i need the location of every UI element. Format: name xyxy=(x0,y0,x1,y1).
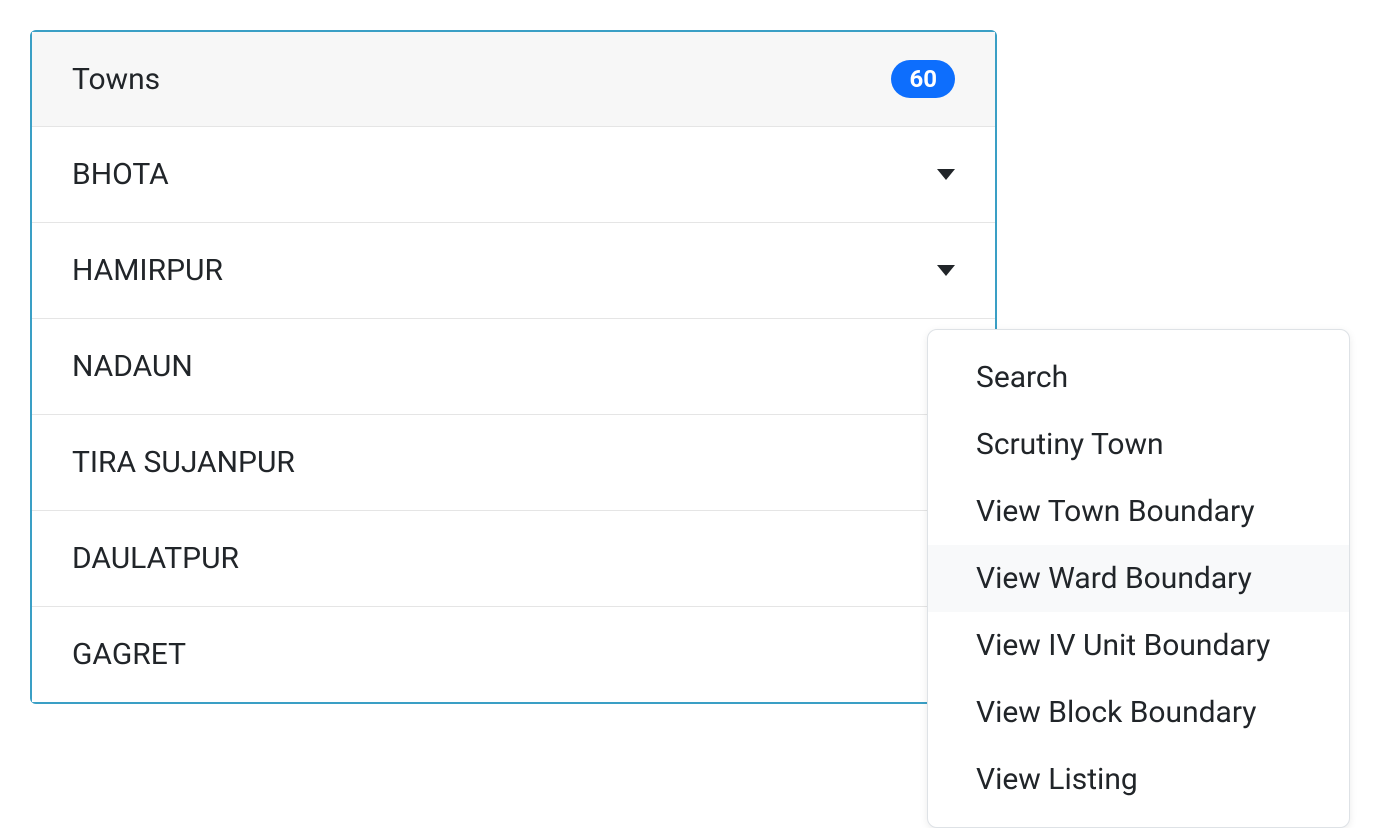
panel-header: Towns 60 xyxy=(32,32,995,127)
town-list-item[interactable]: BHOTA xyxy=(32,127,995,223)
dropdown-item[interactable]: View Town Boundary xyxy=(928,478,1349,545)
town-list-item[interactable]: DAULATPUR xyxy=(32,511,995,607)
dropdown-item[interactable]: View Ward Boundary xyxy=(928,545,1349,612)
towns-list: BHOTA HAMIRPUR NADAUN TIRA SUJANPUR DAULATPU… xyxy=(32,127,995,702)
town-list-item[interactable]: GAGRET xyxy=(32,607,995,702)
dropdown-item[interactable]: View IV Unit Boundary xyxy=(928,612,1349,679)
count-badge: 60 xyxy=(891,60,955,98)
town-name: DAULATPUR xyxy=(72,541,239,576)
town-name: TIRA SUJANPUR xyxy=(72,445,295,480)
dropdown-item[interactable]: Search xyxy=(928,344,1349,411)
towns-panel: Towns 60 BHOTA HAMIRPUR NADAUN TIRA SUJANPU… xyxy=(30,30,997,704)
town-name: GAGRET xyxy=(72,637,186,672)
town-name: BHOTA xyxy=(72,157,169,192)
dropdown-item[interactable]: View Block Boundary xyxy=(928,679,1349,746)
caret-down-icon[interactable] xyxy=(937,169,955,180)
town-list-item[interactable]: TIRA SUJANPUR xyxy=(32,415,995,511)
town-name: NADAUN xyxy=(72,349,193,384)
town-name: HAMIRPUR xyxy=(72,253,223,288)
dropdown-item[interactable]: View Listing xyxy=(928,746,1349,813)
panel-title: Towns xyxy=(72,62,160,97)
town-list-item[interactable]: NADAUN xyxy=(32,319,995,415)
town-list-item[interactable]: HAMIRPUR xyxy=(32,223,995,319)
context-menu: SearchScrutiny TownView Town BoundaryVie… xyxy=(927,329,1350,828)
dropdown-item[interactable]: Scrutiny Town xyxy=(928,411,1349,478)
caret-down-icon[interactable] xyxy=(937,265,955,276)
